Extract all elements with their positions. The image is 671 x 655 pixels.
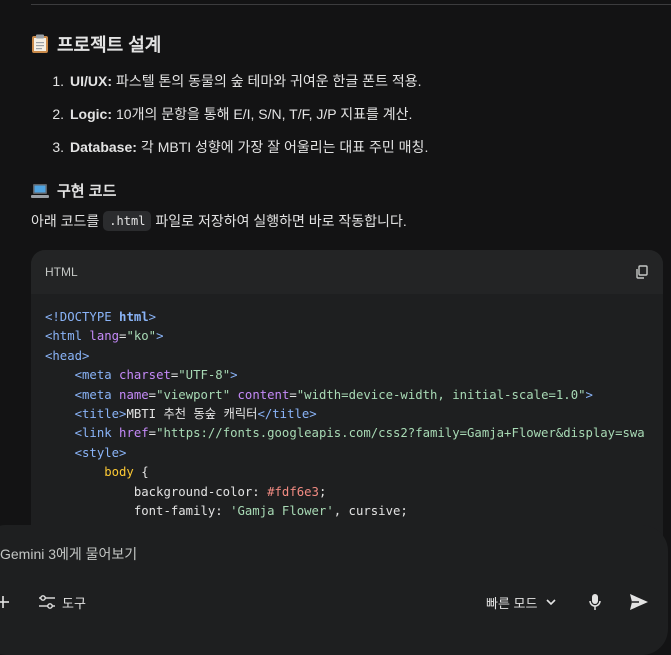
code-line: <html lang="ko"> (45, 329, 164, 344)
plan-list: 1. UI/UX: 파스텔 톤의 동물의 숲 테마와 귀여운 한글 폰트 적용.… (31, 64, 651, 163)
code-section-title: 구현 코드 (57, 183, 117, 200)
inline-code: .html (103, 211, 152, 231)
list-key: UI/UX: (70, 72, 112, 89)
divider (31, 4, 671, 5)
code-header: HTML (31, 250, 663, 294)
list-item: 3. Database: 각 MBTI 성향에 가장 잘 어울리는 대표 주민 … (31, 130, 651, 163)
mode-label: 빠른 모드 (486, 595, 538, 611)
intro-after: 파일로 저장하여 실행하면 바로 작동합니다. (155, 213, 407, 229)
list-text: 10개의 문항을 통해 E/I, S/N, T/F, J/P 지표를 계산. (116, 105, 413, 122)
list-item: 1. UI/UX: 파스텔 톤의 동물의 숲 테마와 귀여운 한글 폰트 적용. (31, 64, 651, 97)
clipboard-emoji-icon (31, 34, 49, 54)
list-number: 2. (52, 105, 64, 122)
prompt-input[interactable]: Gemini 3에게 물어보기 (0, 544, 137, 564)
code-line: body { (45, 465, 149, 480)
list-key: Logic: (70, 105, 112, 122)
code-line: <title>MBTI 추천 동숲 캐릭터</title> (45, 407, 317, 422)
plus-icon (0, 596, 9, 608)
code-block: HTML <!DOCTYPE html> <html lang="ko"> <h… (31, 250, 663, 550)
code-line: <head> (45, 348, 90, 363)
code-heading: 구현 코드 (31, 180, 116, 201)
code-line: background-color: #fdf6e3; (45, 484, 327, 499)
code-line: font-family: 'Gamja Flower', cursive; (45, 504, 408, 519)
list-number: 1. (52, 72, 64, 89)
copy-icon[interactable] (635, 265, 649, 279)
list-item: 2. Logic: 10개의 문항을 통해 E/I, S/N, T/F, J/P… (31, 97, 651, 130)
add-button[interactable] (0, 590, 14, 614)
tools-icon (39, 595, 55, 609)
chevron-down-icon (546, 599, 557, 606)
tools-label: 도구 (62, 595, 86, 611)
intro-before: 아래 코드를 (31, 213, 100, 229)
plan-title: 프로젝트 설계 (57, 35, 162, 55)
list-key: Database: (70, 138, 137, 155)
list-text: 파스텔 톤의 동물의 숲 테마와 귀여운 한글 폰트 적용. (116, 72, 422, 89)
code-line: <meta charset="UTF-8"> (45, 368, 238, 383)
mode-selector[interactable]: 빠른 모드 (486, 590, 557, 614)
intro-text: 아래 코드를 .html 파일로 저장하여 실행하면 바로 작동합니다. (31, 211, 407, 231)
list-text: 각 MBTI 성향에 가장 잘 어울리는 대표 주민 매칭. (140, 138, 429, 155)
plan-heading: 프로젝트 설계 (31, 31, 161, 57)
microphone-icon (589, 594, 601, 610)
input-toolbar: 도구 빠른 모드 (0, 590, 671, 614)
send-icon (630, 594, 648, 610)
code-content: <!DOCTYPE html> <html lang="ko"> <head> … (31, 294, 663, 521)
code-line: <!DOCTYPE html> (45, 310, 157, 324)
tools-button[interactable]: 도구 (38, 590, 86, 614)
send-button[interactable] (627, 590, 651, 614)
microphone-button[interactable] (586, 590, 604, 614)
code-line: <style> (45, 445, 127, 460)
code-line: <meta name="viewport" content="width=dev… (45, 387, 593, 402)
laptop-emoji-icon (31, 183, 49, 199)
code-language-label: HTML (45, 265, 78, 279)
list-number: 3. (52, 138, 64, 155)
code-line: <link href="https://fonts.googleapis.com… (45, 426, 645, 441)
